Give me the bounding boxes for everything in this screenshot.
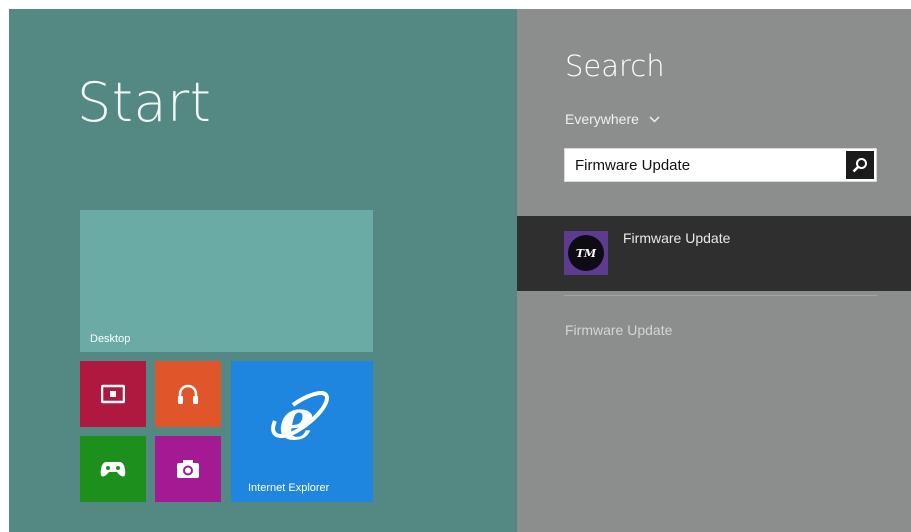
top-strip: [0, 0, 911, 9]
start-title: Start: [77, 71, 212, 134]
search-icon: [852, 158, 867, 173]
firmware-update-app-icon: TM: [564, 231, 608, 275]
search-result-title: Firmware Update: [623, 230, 731, 246]
search-scope-dropdown[interactable]: Everywhere: [565, 111, 660, 127]
internet-explorer-icon: e: [271, 391, 329, 447]
results-divider: [564, 295, 877, 296]
video-icon: [101, 384, 125, 404]
search-box: [564, 148, 877, 182]
music-tile[interactable]: [155, 361, 221, 427]
search-result-suggestion[interactable]: Firmware Update: [565, 322, 672, 338]
desktop-tile[interactable]: Desktop: [80, 210, 373, 352]
camera-tile[interactable]: [155, 436, 221, 502]
search-button[interactable]: [846, 151, 874, 179]
svg-text:e: e: [279, 391, 315, 447]
search-pane-title: Search: [565, 49, 665, 83]
start-screen: Start Desktop e Internet Explorer: [9, 9, 517, 532]
headphones-icon: [178, 384, 198, 404]
search-input[interactable]: [565, 149, 838, 181]
search-charm: Search Everywhere TM Firmware Update Fir…: [517, 9, 911, 532]
video-tile[interactable]: [80, 361, 146, 427]
chevron-down-icon: [649, 115, 660, 123]
desktop-tile-label: Desktop: [90, 333, 131, 345]
tm-logo-icon: TM: [568, 235, 604, 271]
internet-explorer-tile-label: Internet Explorer: [248, 482, 330, 494]
camera-icon: [177, 460, 199, 478]
games-icon: [100, 462, 126, 477]
internet-explorer-tile[interactable]: e Internet Explorer: [231, 361, 373, 502]
search-result-app[interactable]: TM Firmware Update: [517, 216, 911, 291]
games-tile[interactable]: [80, 436, 146, 502]
search-scope-label: Everywhere: [565, 111, 639, 127]
